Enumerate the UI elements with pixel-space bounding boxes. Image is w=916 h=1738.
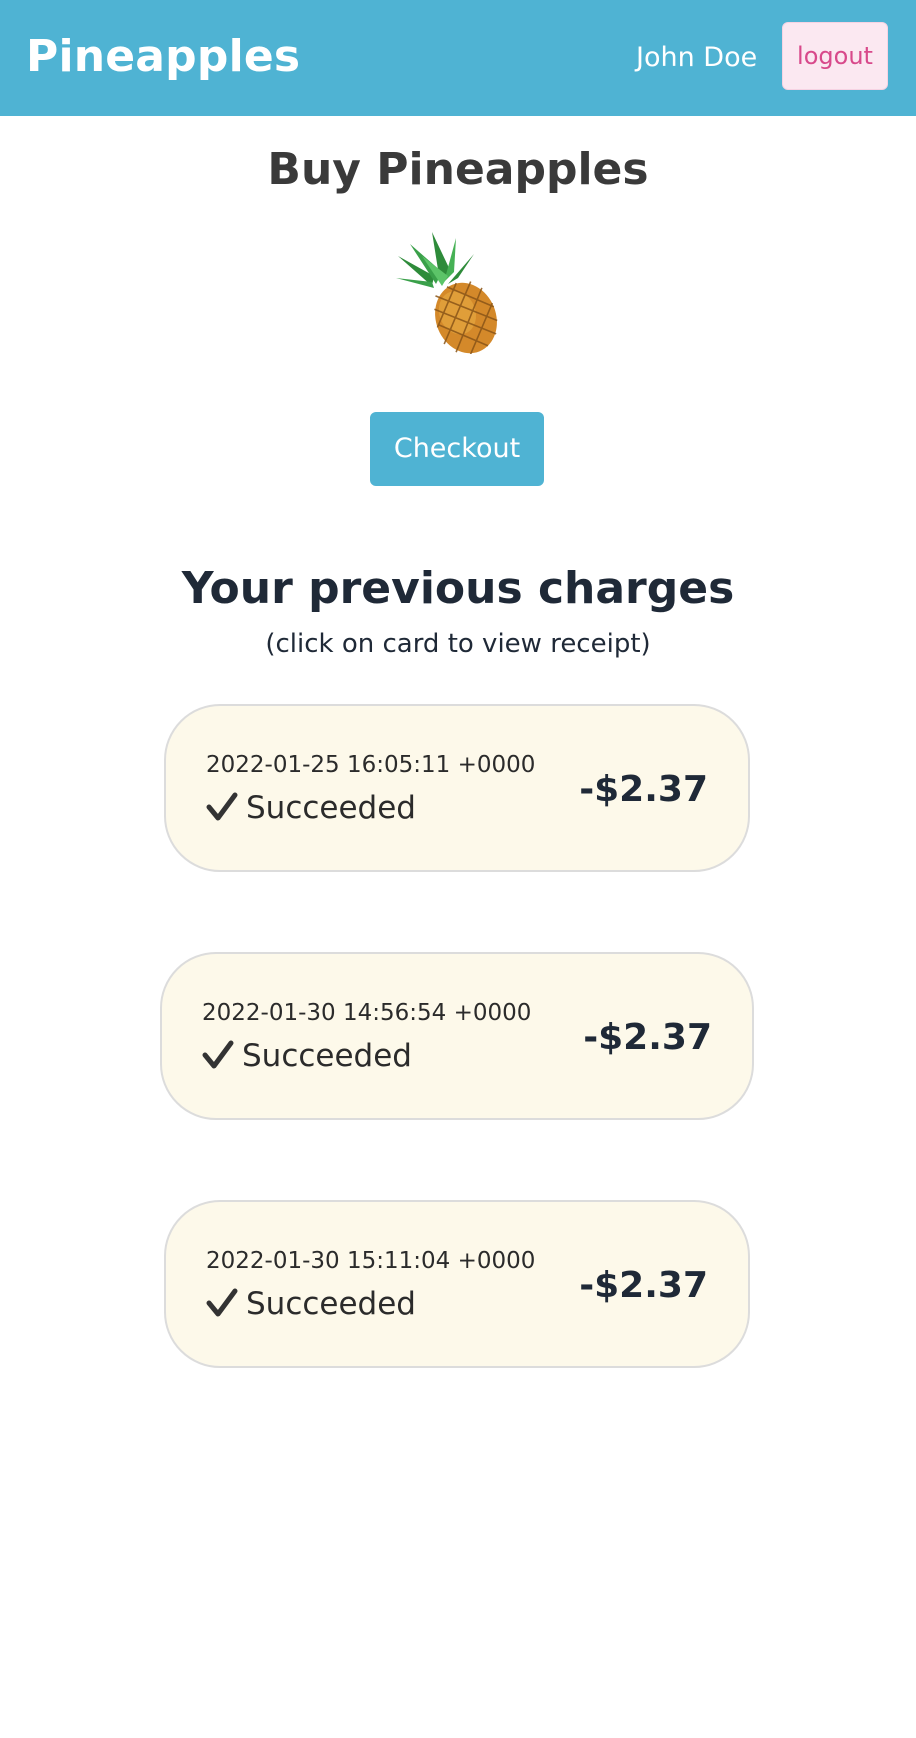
charge-card[interactable]: 2022-01-30 14:56:54 +0000 Succeeded -$2.… (160, 952, 754, 1120)
checkmark-icon (202, 1040, 234, 1069)
pineapple-icon (396, 232, 498, 354)
logout-button[interactable]: logout (782, 22, 888, 90)
charge-date: 2022-01-25 16:05:11 +0000 (206, 752, 536, 778)
checkmark-icon (206, 792, 238, 821)
page-title: Buy Pineapples (267, 144, 649, 195)
user-name: John Doe (636, 42, 758, 73)
charge-card[interactable]: 2022-01-30 15:11:04 +0000 Succeeded -$2.… (164, 1200, 750, 1368)
charge-status: Succeeded (206, 1284, 416, 1324)
charge-card[interactable]: 2022-01-25 16:05:11 +0000 Succeeded -$2.… (164, 704, 750, 872)
charge-date: 2022-01-30 14:56:54 +0000 (202, 1000, 532, 1026)
charge-status-label: Succeeded (246, 790, 416, 826)
brand-title[interactable]: Pineapples (26, 28, 300, 86)
charge-status-label: Succeeded (242, 1038, 412, 1074)
checkmark-icon (206, 1288, 238, 1317)
charge-status: Succeeded (206, 788, 416, 828)
charge-amount: -$2.37 (579, 769, 708, 810)
charge-amount: -$2.37 (579, 1265, 708, 1306)
previous-charges-hint: (click on card to view receipt) (265, 629, 651, 659)
app-header: Pineapples John Doe logout (0, 0, 916, 116)
checkout-button[interactable]: Checkout (370, 412, 544, 486)
charge-date: 2022-01-30 15:11:04 +0000 (206, 1248, 536, 1274)
charge-status-label: Succeeded (246, 1286, 416, 1322)
charge-status: Succeeded (202, 1036, 412, 1076)
previous-charges-heading: Your previous charges (181, 563, 735, 614)
charge-amount: -$2.37 (583, 1017, 712, 1058)
